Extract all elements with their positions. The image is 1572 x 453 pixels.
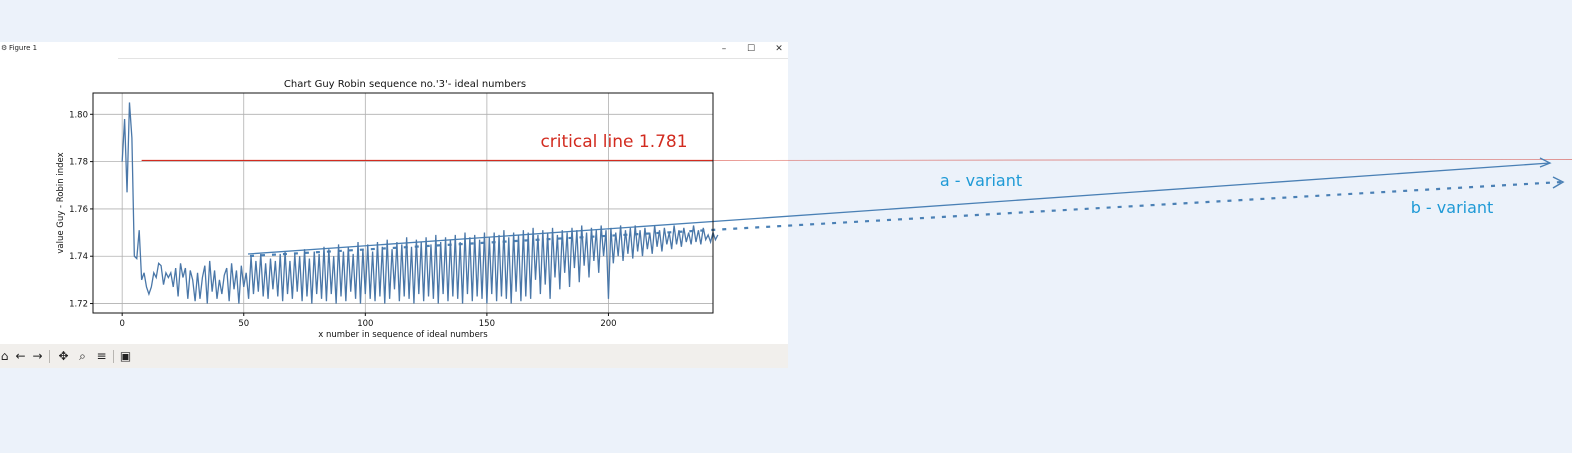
y-tick-label: 1.78 (69, 158, 88, 168)
a-variant-line (247, 162, 1551, 255)
y-tick-label: 1.74 (69, 252, 88, 262)
chart-title: Chart Guy Robin sequence no.'3'- ideal n… (284, 79, 526, 90)
y-tick-label: 1.76 (69, 205, 88, 215)
y-tick-label: 1.72 (69, 300, 88, 310)
critical-line-extension (712, 159, 1572, 161)
critical-line-label: critical line 1.781 (540, 132, 687, 152)
a-variant-label: a - variant (940, 171, 1022, 190)
x-tick-label: 50 (238, 319, 249, 329)
b-variant-line (249, 180, 1563, 258)
y-axis-label: value Guy - Robin index (56, 152, 66, 253)
x-axis-label: x number in sequence of ideal numbers (318, 330, 488, 340)
x-tick-label: 150 (479, 319, 495, 329)
x-tick-label: 100 (357, 319, 373, 329)
axis-ticks: 0 50 100 150 200 1.72 1.74 1.76 1.78 1.80 (69, 110, 617, 329)
critical-line-group (141, 159, 1572, 162)
chart-canvas: Chart Guy Robin sequence no.'3'- ideal n… (56, 79, 1572, 340)
b-variant-label: b - variant (1411, 198, 1494, 217)
x-tick-label: 200 (600, 319, 616, 329)
x-tick-label: 0 (119, 319, 124, 329)
y-tick-label: 1.80 (69, 110, 88, 120)
